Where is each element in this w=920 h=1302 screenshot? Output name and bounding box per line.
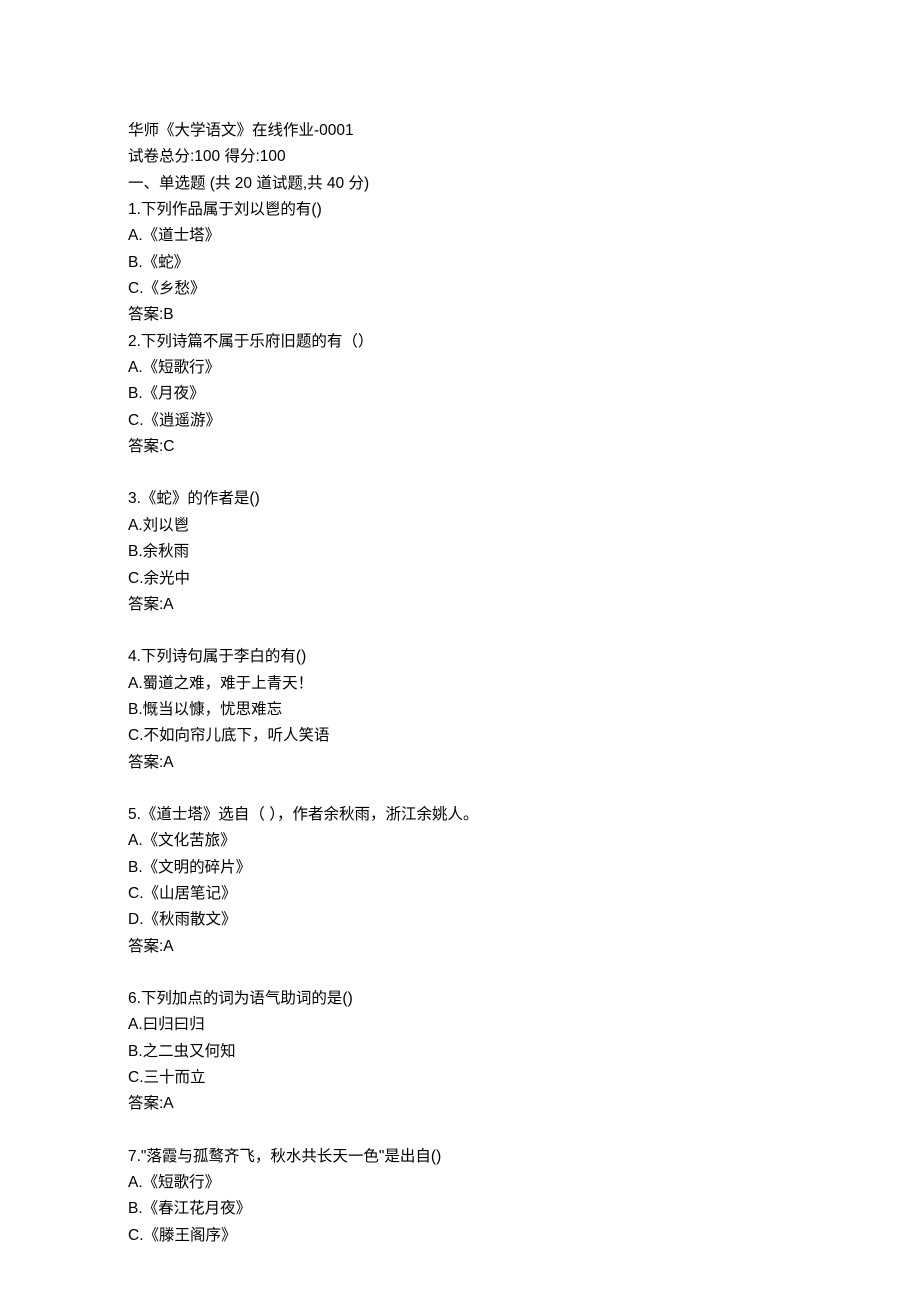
question-option: B.《文明的碎片》 [128,855,792,881]
question-block: 6.下列加点的词为语气助词的是() A.曰归曰归 B.之二虫又何知 C.三十而立… [128,986,792,1118]
question-option: A.曰归曰归 [128,1012,792,1038]
question-option: C.《滕王阁序》 [128,1223,792,1249]
score-line: 试卷总分:100 得分:100 [128,144,792,170]
question-option: D.《秋雨散文》 [128,907,792,933]
assignment-title: 华师《大学语文》在线作业-0001 [128,118,792,144]
question-block: 5.《道士塔》选自（ ），作者余秋雨，浙江余姚人。 A.《文化苦旅》 B.《文明… [128,802,792,960]
question-answer: 答案:A [128,750,792,776]
question-stem: 5.《道士塔》选自（ ），作者余秋雨，浙江余姚人。 [128,802,792,828]
question-stem: 6.下列加点的词为语气助词的是() [128,986,792,1012]
question-option: A.《短歌行》 [128,1170,792,1196]
question-option: C.不如向帘儿底下，听人笑语 [128,723,792,749]
question-answer: 答案:B [128,302,792,328]
question-option: A.《文化苦旅》 [128,828,792,854]
question-stem: 4.下列诗句属于李白的有() [128,644,792,670]
question-option: A.《短歌行》 [128,355,792,381]
question-stem: 3.《蛇》的作者是() [128,486,792,512]
question-option: B.《月夜》 [128,381,792,407]
question-option: B.《蛇》 [128,250,792,276]
question-option: C.《山居笔记》 [128,881,792,907]
question-option: B.之二虫又何知 [128,1039,792,1065]
question-stem: 7."落霞与孤鹜齐飞，秋水共长天一色"是出自() [128,1144,792,1170]
question-block: 7."落霞与孤鹜齐飞，秋水共长天一色"是出自() A.《短歌行》 B.《春江花月… [128,1144,792,1249]
question-block: 3.《蛇》的作者是() A.刘以鬯 B.余秋雨 C.余光中 答案:A [128,486,792,618]
question-answer: 答案:A [128,934,792,960]
question-option: C.三十而立 [128,1065,792,1091]
question-stem: 2.下列诗篇不属于乐府旧题的有（） [128,329,792,355]
question-option: A.《道士塔》 [128,223,792,249]
document-page: 华师《大学语文》在线作业-0001 试卷总分:100 得分:100 一、单选题 … [0,0,920,1302]
question-answer: 答案:A [128,1091,792,1117]
question-answer: 答案:C [128,434,792,460]
question-block: 2.下列诗篇不属于乐府旧题的有（） A.《短歌行》 B.《月夜》 C.《逍遥游》… [128,329,792,461]
question-option: C.《乡愁》 [128,276,792,302]
question-option: C.《逍遥游》 [128,408,792,434]
question-option: B.《春江花月夜》 [128,1196,792,1222]
question-block: 4.下列诗句属于李白的有() A.蜀道之难，难于上青天！ B.慨当以慷，忧思难忘… [128,644,792,776]
question-option: B.余秋雨 [128,539,792,565]
question-stem: 1.下列作品属于刘以鬯的有() [128,197,792,223]
section-title: 一、单选题 (共 20 道试题,共 40 分) [128,171,792,197]
question-option: B.慨当以慷，忧思难忘 [128,697,792,723]
question-option: A.刘以鬯 [128,513,792,539]
question-option: C.余光中 [128,566,792,592]
question-answer: 答案:A [128,592,792,618]
question-option: A.蜀道之难，难于上青天！ [128,671,792,697]
